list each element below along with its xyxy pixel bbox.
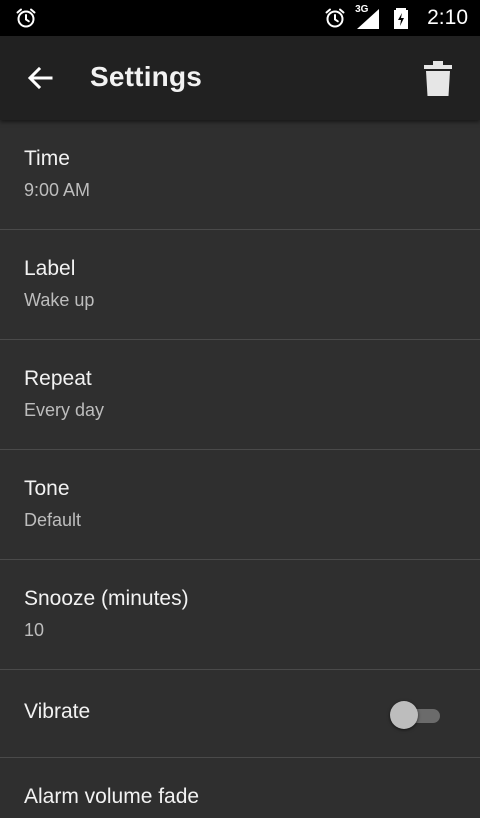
signal-icon: 3G (355, 4, 381, 30)
label-setting-label: Label (24, 257, 76, 280)
tone-setting[interactable]: Tone Default (0, 450, 480, 560)
label-setting-value: Wake up (24, 290, 95, 310)
volume-fade-setting[interactable]: Alarm volume fade (0, 758, 480, 818)
status-time: 2:10 (427, 6, 468, 29)
trash-icon[interactable] (422, 58, 454, 98)
app-bar: Settings (0, 36, 480, 120)
snooze-setting[interactable]: Snooze (minutes) 10 (0, 560, 480, 670)
repeat-setting-value: Every day (24, 400, 105, 420)
snooze-setting-value: 10 (24, 620, 45, 640)
time-setting[interactable]: Time 9:00 AM (0, 120, 480, 230)
repeat-setting-label: Repeat (24, 367, 92, 390)
battery-charging-icon (394, 8, 409, 29)
snooze-setting-label: Snooze (minutes) (24, 587, 189, 610)
network-type-label: 3G (355, 4, 369, 15)
tone-setting-label: Tone (24, 477, 70, 500)
alarm-clock-icon (325, 8, 345, 28)
toggle-thumb (390, 701, 418, 729)
time-setting-value: 9:00 AM (24, 180, 91, 200)
vibrate-toggle[interactable] (390, 701, 442, 729)
alarm-icon (16, 8, 36, 28)
label-setting[interactable]: Label Wake up (0, 230, 480, 340)
page-title: Settings (90, 61, 203, 92)
vibrate-setting[interactable]: Vibrate (0, 670, 480, 758)
repeat-setting[interactable]: Repeat Every day (0, 340, 480, 450)
vibrate-setting-label: Vibrate (24, 700, 91, 723)
volume-fade-setting-label: Alarm volume fade (24, 785, 200, 808)
settings-list: Time 9:00 AM Label Wake up Repeat Every … (0, 120, 480, 818)
tone-setting-value: Default (24, 510, 82, 530)
arrow-back-icon[interactable] (24, 62, 56, 94)
time-setting-label: Time (24, 147, 70, 170)
status-bar: 3G 2:10 (0, 0, 480, 36)
